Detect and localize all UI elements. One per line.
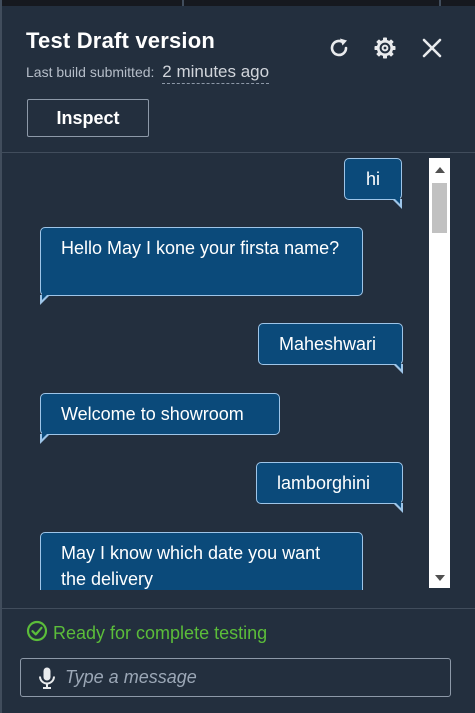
message-text: hi	[365, 169, 380, 189]
bot-message: Hello May I kone your firsta name?	[40, 227, 363, 305]
top-strip-divider	[182, 0, 184, 6]
user-message: Maheshwari	[258, 323, 403, 374]
bot-message: Welcome to showroom	[40, 393, 280, 444]
arrow-down-icon	[434, 568, 445, 586]
top-strip	[2, 0, 475, 6]
bubble-tail	[40, 293, 50, 305]
bubble-tail	[393, 501, 403, 513]
arrow-up-icon	[434, 160, 445, 178]
chat-scrollbar[interactable]	[429, 158, 450, 588]
test-panel: Test Draft version Last build submitted:…	[0, 0, 475, 713]
close-icon	[421, 37, 443, 59]
gear-icon	[373, 36, 397, 60]
build-label: Last build submitted:	[26, 64, 155, 80]
refresh-icon	[327, 36, 351, 60]
chat-transcript[interactable]: hi Hello May I kone your firsta name? Ma…	[2, 153, 453, 590]
panel-title: Test Draft version	[26, 28, 216, 53]
bot-message: May I know which date you want the deliv…	[40, 532, 363, 590]
top-strip-divider	[439, 0, 441, 6]
close-button[interactable]	[417, 33, 447, 63]
status-text: Ready for complete testing	[53, 623, 268, 643]
inspect-button[interactable]: Inspect	[27, 99, 149, 137]
bubble-tail	[40, 432, 50, 444]
user-message: hi	[344, 158, 402, 209]
user-message: lamborghini	[256, 462, 403, 513]
build-time-link[interactable]: 2 minutes ago	[162, 62, 270, 84]
bubble-tail	[392, 197, 402, 209]
scroll-thumb[interactable]	[432, 183, 447, 233]
testing-status: Ready for complete testing	[26, 620, 267, 647]
message-text: Maheshwari	[279, 334, 377, 354]
footer-divider	[2, 608, 475, 609]
message-text: Welcome to showroom	[61, 404, 244, 424]
refresh-button[interactable]	[324, 33, 354, 63]
settings-button[interactable]	[370, 33, 400, 63]
message-text: lamborghini	[277, 473, 371, 493]
message-text: May I know which date you want the deliv…	[61, 543, 321, 589]
microphone-icon[interactable]	[37, 666, 57, 690]
bubble-tail	[393, 362, 403, 374]
build-status: Last build submitted: 2 minutes ago	[26, 62, 270, 84]
check-circle-icon	[26, 620, 53, 647]
scroll-down-button[interactable]	[429, 568, 450, 586]
scroll-up-button[interactable]	[429, 160, 450, 178]
message-composer[interactable]	[20, 658, 451, 697]
message-text: Hello May I kone your firsta name?	[61, 238, 340, 258]
message-input[interactable]	[65, 662, 425, 693]
